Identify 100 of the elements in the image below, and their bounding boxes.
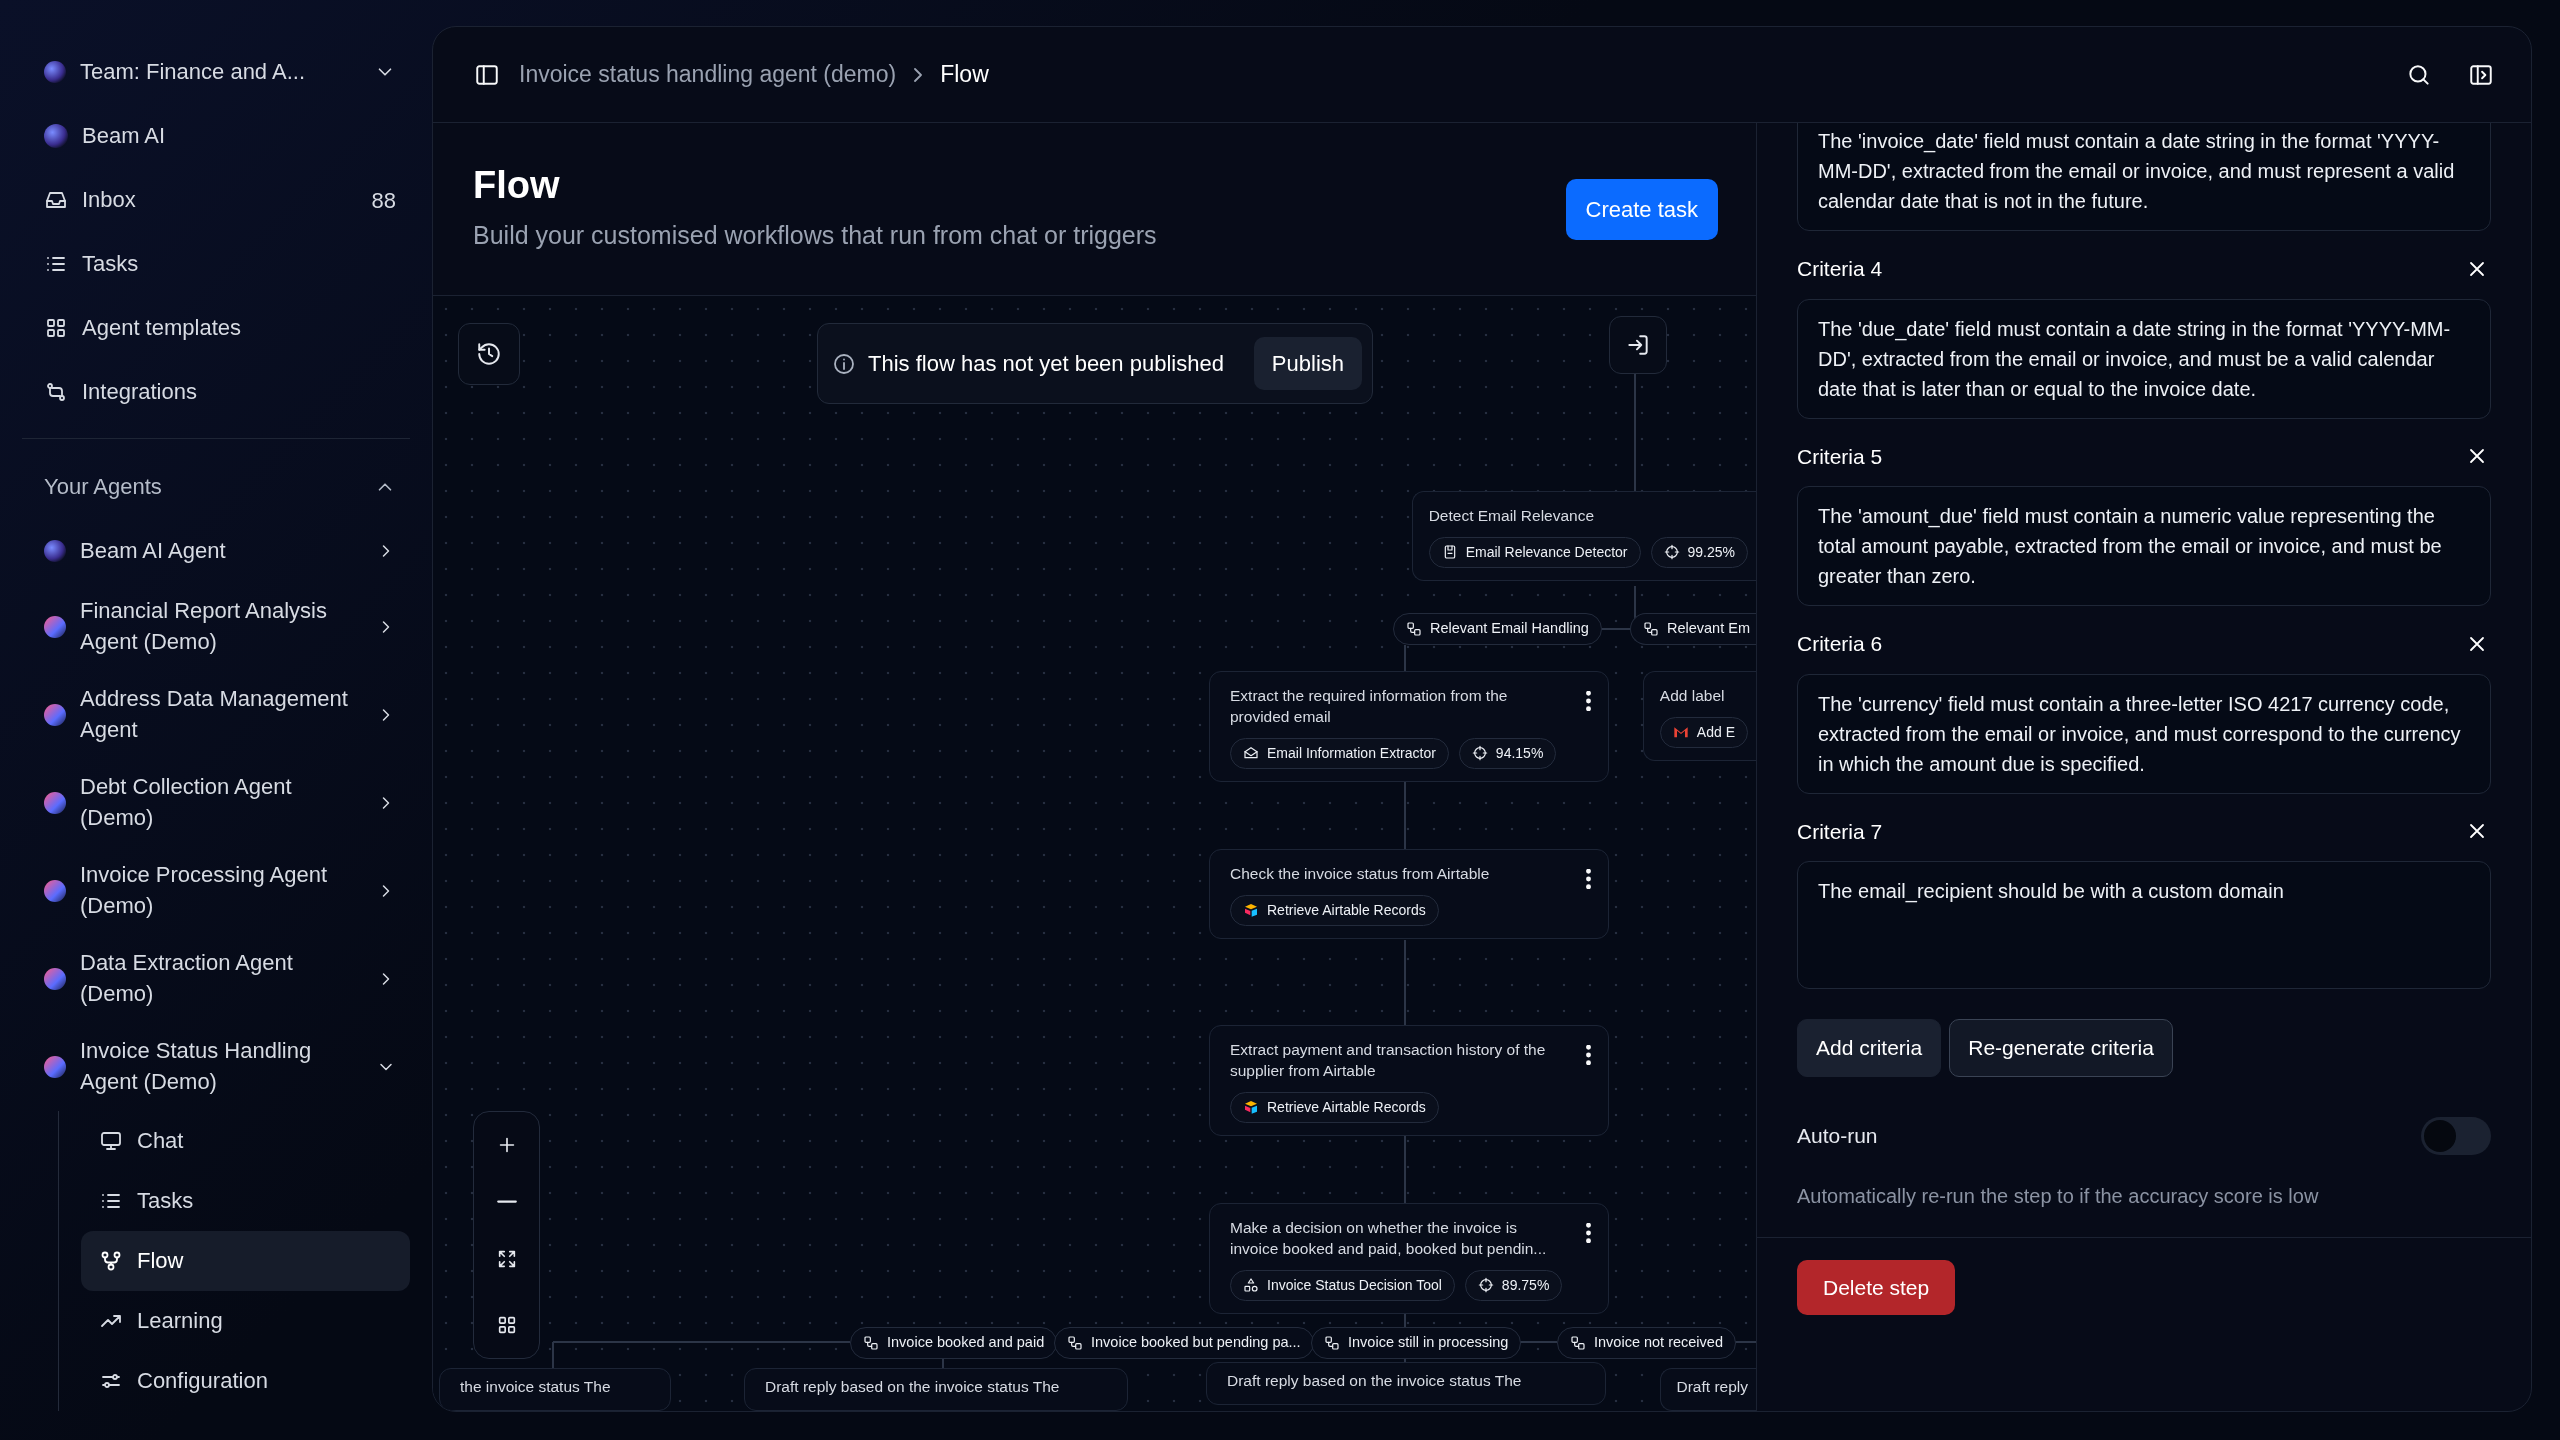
branch-label[interactable]: Invoice booked but pending pa...	[1054, 1327, 1314, 1359]
nav-item[interactable]: Beam AI	[22, 104, 410, 168]
chevron-right-icon	[914, 66, 923, 83]
target-icon	[1477, 1277, 1494, 1294]
flow-step-node[interactable]: Make a decision on whether the invoice is invoice booked and paid, booked but pendin... Invoice Status Decision Tool 89.75%	[1209, 1203, 1609, 1314]
tool-chip[interactable]: Add E	[1659, 716, 1748, 748]
criteria-field[interactable]: The 'invoice_date' field must contain a date string in the format 'YYYY-MM-DD', extracted from the email or invoice, and must represent a valid calendar date that is not in the future.	[1797, 123, 2491, 231]
page-subtitle: Build your customised workflows that run from chat or triggers	[473, 220, 1157, 252]
agent-subitem[interactable]: Chat	[81, 1111, 410, 1171]
branch-label[interactable]: Relevant Email Handling	[1393, 613, 1602, 645]
auto-run-toggle[interactable]	[2421, 1116, 2491, 1155]
branch-icon	[1324, 1335, 1340, 1351]
minus-icon	[496, 1200, 517, 1204]
agent-item[interactable]: Financial Report Analysis Agent (Demo)	[22, 583, 410, 671]
delete-step-button[interactable]: Delete step	[1797, 1259, 1956, 1315]
flow-step-node[interactable]: Extract the required information from the provided email Email Information Extractor 94.15%	[1209, 671, 1609, 782]
agent-item[interactable]: Address Data Management Agent	[22, 671, 410, 759]
integrations-icon	[44, 380, 68, 404]
nav-item[interactable]: Tasks	[22, 232, 410, 296]
agent-subitem[interactable]: Configuration	[81, 1351, 410, 1411]
branch-icon	[1643, 621, 1659, 637]
step-title: Check the invoice status from Airtable	[1230, 864, 1491, 884]
branch-label[interactable]: Relevant Em	[1630, 613, 1756, 645]
nav-item[interactable]: Agent templates	[22, 296, 410, 360]
breadcrumb-link[interactable]: Invoice status handling agent (demo)	[519, 57, 897, 92]
nav-item[interactable]: Inbox 88	[22, 168, 410, 232]
team-switcher[interactable]: Team: Finance and A...	[22, 40, 410, 104]
more-button[interactable]	[1585, 1044, 1592, 1066]
criteria-label: Criteria 7	[1797, 818, 1883, 845]
kebab-icon	[1586, 1223, 1591, 1243]
more-button[interactable]	[1585, 1222, 1592, 1244]
section-header[interactable]: Your Agents	[22, 455, 410, 519]
publish-button[interactable]: Publish	[1253, 337, 1362, 390]
agent-avatar	[44, 1056, 66, 1078]
agent-item[interactable]: Beam AI Agent	[22, 519, 410, 583]
flow-step-node[interactable]: Draft reply based on the invoice status The	[1206, 1362, 1606, 1405]
agent-subitem[interactable]: Learning	[81, 1291, 410, 1351]
flow-step-node[interactable]: Draft reply	[1659, 1368, 1756, 1411]
step-title: Draft reply based on the invoice status The	[765, 1377, 1061, 1397]
agent-subitem[interactable]: Flow	[81, 1231, 410, 1291]
create-task-button[interactable]: Create task	[1565, 178, 1718, 240]
agent-item[interactable]: Debt Collection Agent (Demo)	[22, 759, 410, 847]
inbox-count: 88	[371, 186, 396, 215]
agent-item[interactable]: Invoice Status Handling Agent (Demo)	[22, 1023, 410, 1111]
tool-chip[interactable]: Email Relevance Detector	[1428, 536, 1641, 568]
flow-step-node[interactable]: Detect Email Relevance Email Relevance Detector 99.25%	[1411, 491, 1756, 581]
criteria-field[interactable]: The 'currency' field must contain a three-letter ISO 4217 currency code, extracted from the email or invoice, and must correspond to the currency in which the amount due is specified.	[1797, 673, 2491, 794]
info-icon	[832, 351, 856, 376]
agent-avatar	[44, 792, 66, 814]
kebab-icon	[1586, 1045, 1591, 1065]
branch-label[interactable]: Invoice still in processing	[1311, 1327, 1522, 1359]
banner-message: This flow has not yet been published	[868, 350, 1224, 378]
agent-subitem[interactable]: Tasks	[81, 1171, 410, 1231]
flow-step-node[interactable]: the invoice status The	[439, 1368, 671, 1411]
auto-run-label: Auto-run	[1797, 1122, 1878, 1149]
criteria-label: Criteria 6	[1797, 631, 1883, 657]
agent-item[interactable]: Invoice Processing Agent (Demo)	[22, 847, 410, 935]
nav-item[interactable]: Integrations	[22, 360, 410, 424]
agent-avatar	[44, 880, 66, 902]
breadcrumb-link[interactable]: Flow	[940, 57, 989, 92]
airtable-icon	[1243, 1099, 1259, 1116]
tool-chip[interactable]: Invoice Status Decision Tool	[1230, 1269, 1455, 1301]
flow-step-node[interactable]: Add label Add E	[1642, 671, 1756, 761]
connector-line	[1404, 644, 1406, 672]
tool-chip[interactable]: Email Information Extractor	[1230, 737, 1449, 769]
criteria-field[interactable]: The email_recipient should be with a custom domain	[1797, 861, 2491, 989]
step-title: the invoice status The	[460, 1377, 612, 1397]
airtable-icon	[1243, 902, 1259, 919]
tool-chip[interactable]: Retrieve Airtable Records	[1230, 894, 1439, 926]
accuracy-chip: 89.75%	[1464, 1269, 1563, 1301]
agent-avatar	[44, 704, 66, 726]
target-icon	[1663, 544, 1680, 561]
flow-step-node[interactable]: Check the invoice status from Airtable Retrieve Airtable Records	[1209, 849, 1609, 939]
step-title: Draft reply	[1676, 1377, 1748, 1397]
criteria-action-button[interactable]: Re-generate criteria	[1949, 1019, 2173, 1077]
exit-button[interactable]	[1609, 316, 1667, 374]
flow-step-node[interactable]: Draft reply based on the invoice status The	[744, 1368, 1128, 1411]
kebab-icon	[1586, 869, 1591, 889]
flow-icon	[99, 1249, 123, 1273]
grid-icon	[44, 316, 68, 340]
criteria-field[interactable]: The 'due_date' field must contain a date string in the format 'YYYY-MM-DD', extracted from the email or invoice, and must be a valid calendar date that is later than or equal to the invoice date.	[1797, 298, 2491, 419]
agent-avatar	[44, 968, 66, 990]
criteria-field[interactable]: The 'amount_due' field must contain a numeric value representing the total amount payable, extracted from the email or invoice, and must be greater than zero.	[1797, 486, 2491, 606]
tool-chip[interactable]: Retrieve Airtable Records	[1230, 1091, 1439, 1123]
more-button[interactable]	[1585, 868, 1592, 890]
criteria-label: Criteria 4	[1797, 256, 1883, 282]
criteria-action-button[interactable]: Add criteria	[1797, 1019, 1942, 1077]
criteria-label: Criteria 5	[1797, 443, 1883, 470]
flow-step-node[interactable]: Extract payment and transaction history of the supplier from Airtable Retrieve Airtable Records	[1209, 1025, 1609, 1136]
history-button[interactable]	[458, 323, 520, 385]
agent-item[interactable]: Data Extraction Agent (Demo)	[22, 935, 410, 1023]
step-title: Extract the required information from the provided email	[1230, 686, 1509, 727]
history-icon	[476, 341, 502, 367]
target-icon	[1471, 745, 1488, 762]
team-name: Team: Finance and A...	[80, 57, 307, 86]
step-title: Extract payment and transaction history of the supplier from Airtable	[1230, 1040, 1547, 1081]
branch-icon	[863, 1335, 879, 1351]
more-button[interactable]	[1585, 690, 1592, 712]
auto-run-description: Automatically re-run the step to if the accuracy score is low	[1797, 1183, 2320, 1209]
branch-label[interactable]: Invoice not received	[1557, 1327, 1736, 1359]
